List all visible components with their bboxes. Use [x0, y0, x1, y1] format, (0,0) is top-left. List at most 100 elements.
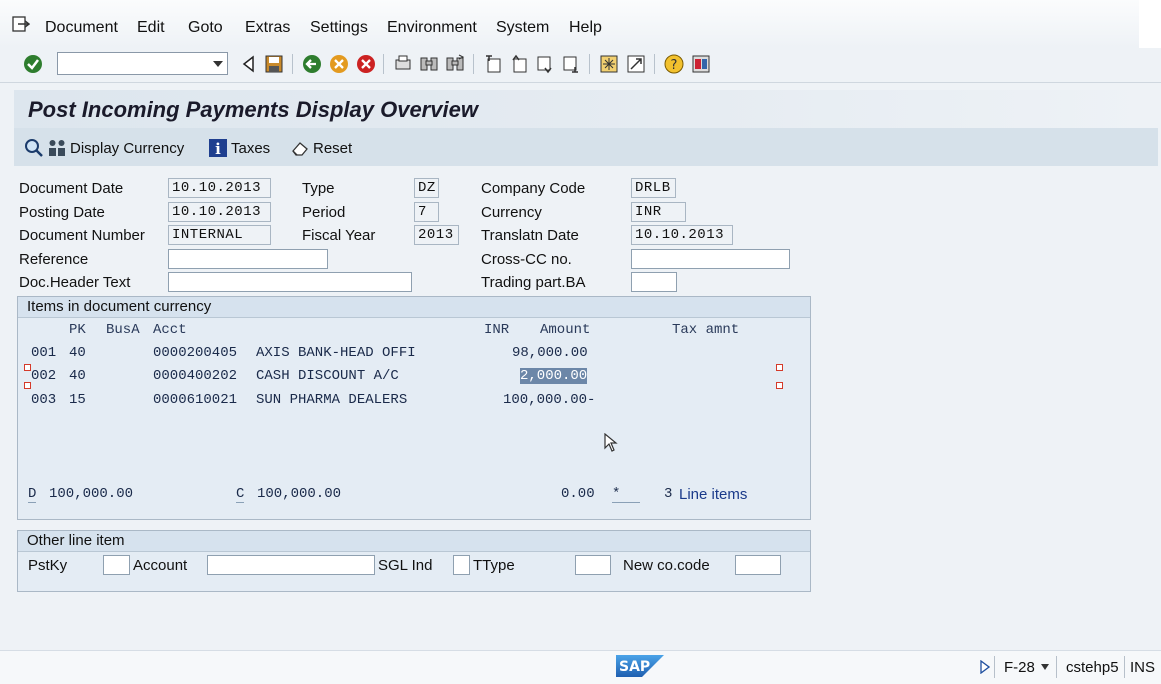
new-co-code-input[interactable]	[735, 555, 781, 575]
display-currency-label: Display Currency	[70, 139, 185, 157]
print-icon[interactable]	[393, 54, 413, 74]
col-tax-header: Tax amnt	[672, 322, 740, 338]
balance-status-field: *	[612, 486, 640, 503]
last-page-icon[interactable]	[561, 54, 581, 74]
menu-environment[interactable]: Environment	[387, 19, 477, 37]
customize-layout-icon[interactable]	[691, 54, 711, 74]
row-number: 002	[31, 368, 57, 384]
back-icon[interactable]	[302, 54, 322, 74]
menu-exit-icon[interactable]	[12, 16, 30, 32]
credit-total: 100,000.00	[257, 486, 342, 502]
row-amount: 2,000.00	[520, 368, 588, 384]
command-field[interactable]	[57, 52, 228, 75]
svg-text:i: i	[215, 140, 221, 158]
pstky-input[interactable]	[103, 555, 130, 575]
standard-toolbar: ?	[0, 48, 1161, 83]
status-expand-icon[interactable]	[980, 660, 990, 674]
account-input[interactable]	[207, 555, 375, 575]
type-label: Type	[302, 180, 335, 197]
col-currency-header: INR	[484, 322, 510, 338]
create-session-icon[interactable]	[599, 54, 619, 74]
reference-field[interactable]	[168, 249, 328, 269]
sap-logo-text: SAP	[619, 659, 650, 675]
row-account: 0000610021	[153, 392, 238, 408]
menu-goto[interactable]: Goto	[188, 19, 223, 37]
exit-icon[interactable]	[329, 54, 349, 74]
find-next-icon[interactable]	[445, 54, 465, 74]
row-account-name: AXIS BANK-HEAD OFFI	[256, 345, 416, 361]
main-content: Document Date 10.10.2013 Posting Date 10…	[14, 166, 1158, 650]
previous-page-icon[interactable]	[509, 54, 529, 74]
menu-system[interactable]: System	[496, 19, 549, 37]
doc-header-text-label: Doc.Header Text	[19, 274, 131, 291]
server-name: cstehp5	[1066, 659, 1119, 676]
debit-label: D	[28, 486, 37, 503]
transaction-code[interactable]: F-28	[1004, 659, 1035, 676]
document-date-field: 10.10.2013	[168, 178, 271, 198]
save-icon[interactable]	[264, 54, 284, 74]
doc-header-text-field[interactable]	[168, 272, 412, 292]
line-items-label: Line items	[679, 486, 748, 503]
info-icon: i	[209, 139, 227, 158]
taxes-button[interactable]: i Taxes	[208, 138, 270, 158]
sgl-ind-input[interactable]	[453, 555, 470, 575]
reset-button[interactable]: Reset	[290, 138, 352, 158]
selection-marker	[776, 382, 783, 389]
menu-help[interactable]: Help	[569, 19, 602, 37]
cross-cc-field[interactable]	[631, 249, 790, 269]
status-bar: SAP F-28 cstehp5 INS	[0, 650, 1161, 684]
company-code-field: DRLB	[631, 178, 676, 198]
menu-settings[interactable]: Settings	[310, 19, 368, 37]
find-icon[interactable]	[419, 54, 439, 74]
menu-bar: Document Edit Goto Extras Settings Envir…	[0, 0, 1161, 49]
period-field: 7	[414, 202, 439, 222]
col-acct-header: Acct	[153, 322, 187, 338]
window-corner	[1139, 0, 1161, 48]
row-account-name: SUN PHARMA DEALERS	[256, 392, 408, 408]
row-pk: 40	[69, 345, 86, 361]
row-account: 0000200405	[153, 345, 238, 361]
row-account-name: CASH DISCOUNT A/C	[256, 368, 399, 384]
row-number: 003	[31, 392, 57, 408]
help-icon[interactable]: ?	[664, 54, 684, 74]
chevron-down-icon[interactable]	[213, 61, 223, 67]
balance-value: 0.00	[561, 486, 595, 502]
currency-field: INR	[631, 202, 686, 222]
first-page-icon[interactable]	[483, 54, 503, 74]
line-items-count: 3	[664, 486, 673, 502]
new-co-code-label: New co.code	[623, 557, 710, 574]
pstky-label: PstKy	[28, 557, 68, 574]
company-code-label: Company Code	[481, 180, 586, 197]
currency-coins-icon	[49, 140, 65, 156]
col-busa-header: BusA	[106, 322, 140, 338]
ttype-input[interactable]	[575, 555, 611, 575]
cancel-icon[interactable]	[356, 54, 376, 74]
row-pk: 15	[69, 392, 86, 408]
translatn-date-field: 10.10.2013	[631, 225, 733, 245]
other-line-item-title: Other line item	[18, 531, 810, 552]
display-currency-button[interactable]: Display Currency	[24, 138, 184, 158]
posting-date-label: Posting Date	[19, 204, 105, 221]
application-toolbar: Display Currency i Taxes Reset	[14, 128, 1158, 167]
menu-edit[interactable]: Edit	[137, 19, 165, 37]
trading-part-field[interactable]	[631, 272, 677, 292]
reset-label: Reset	[313, 139, 353, 157]
insert-mode[interactable]: INS	[1130, 659, 1155, 676]
reference-label: Reference	[19, 251, 89, 268]
page-title: Post Incoming Payments Display Overview	[28, 97, 478, 122]
selection-marker	[776, 364, 783, 371]
items-group: Items in document currency PK BusA Acct …	[17, 296, 811, 520]
selection-marker	[24, 364, 31, 371]
menu-document[interactable]: Document	[45, 19, 118, 37]
generate-shortcut-icon[interactable]	[626, 54, 646, 74]
chevron-down-icon[interactable]	[1041, 664, 1049, 670]
fiscal-year-label: Fiscal Year	[302, 227, 376, 244]
svg-text:?: ?	[671, 58, 678, 73]
next-page-icon[interactable]	[535, 54, 555, 74]
fiscal-year-field: 2013	[414, 225, 459, 245]
menu-extras[interactable]: Extras	[245, 19, 290, 37]
selection-marker	[24, 382, 31, 389]
enter-check-icon[interactable]	[23, 54, 43, 74]
screen-title-bar: Post Incoming Payments Display Overview	[14, 90, 1158, 128]
back-triangle-icon[interactable]	[239, 54, 259, 74]
